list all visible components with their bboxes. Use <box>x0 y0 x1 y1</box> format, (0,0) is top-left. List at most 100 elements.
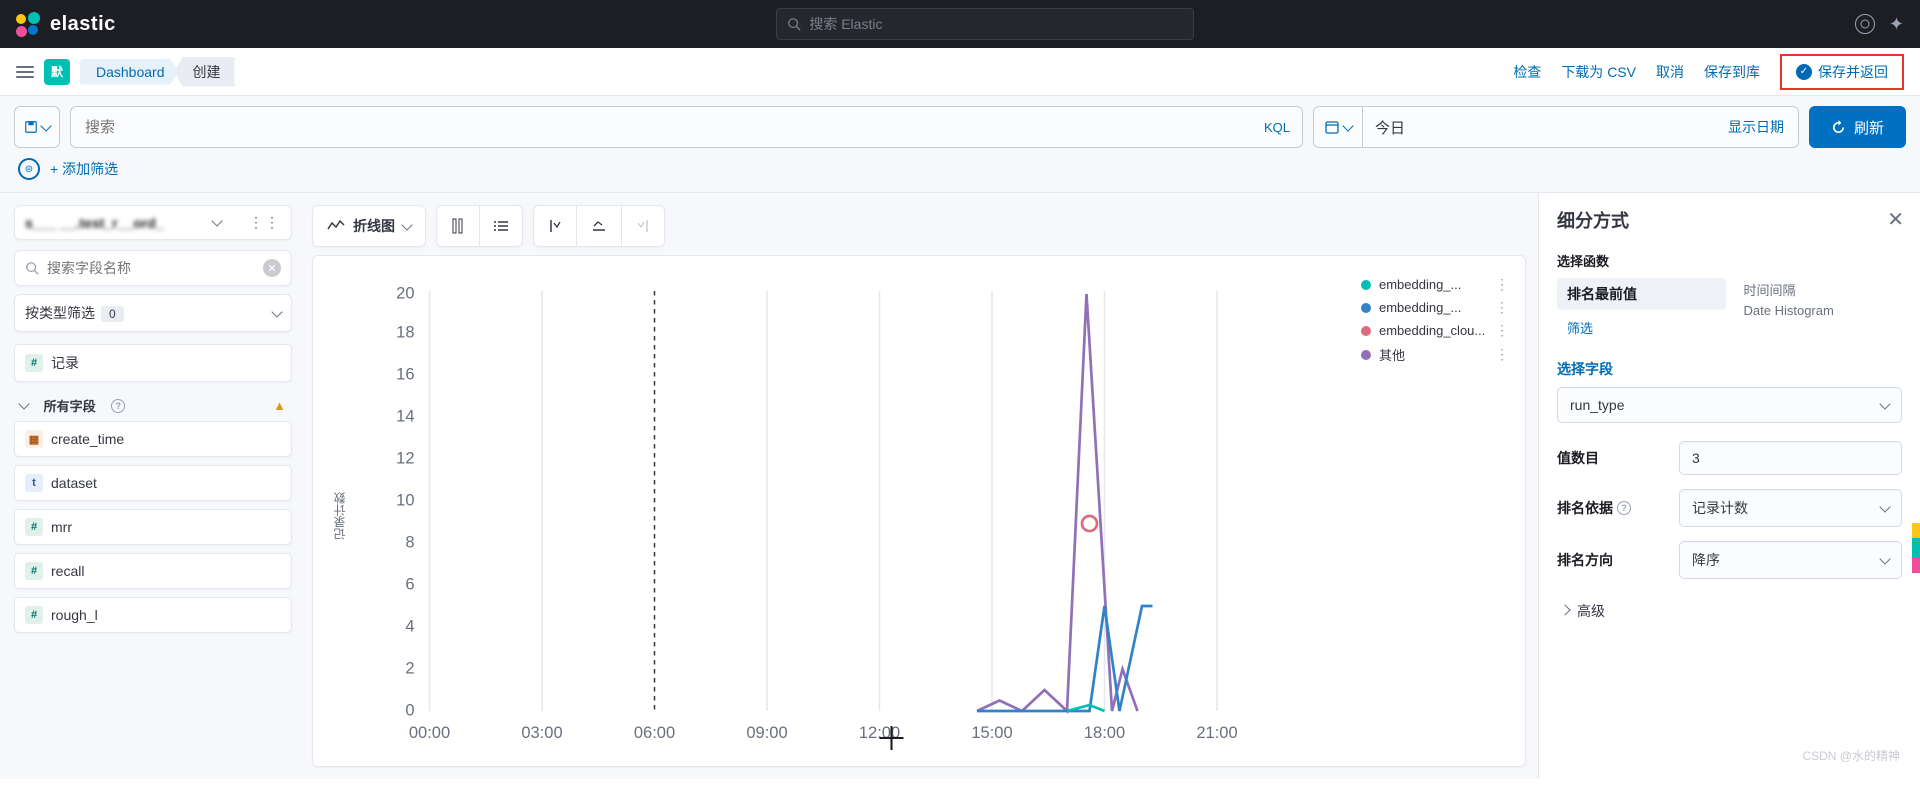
palette-button[interactable] <box>437 208 479 244</box>
advanced-label: 高级 <box>1577 601 1605 621</box>
chart-tool-group-1 <box>436 205 523 247</box>
field-records[interactable]: # 记录 <box>14 344 292 382</box>
datasource-name: s___ __.test_r__ord_ <box>25 215 164 231</box>
axis-bottom-button[interactable] <box>577 209 621 243</box>
field-label: create_time <box>51 431 124 447</box>
save-icon <box>24 120 38 134</box>
query-input-wrapper: KQL <box>70 106 1303 148</box>
legend-more-icon[interactable]: ⋮ <box>1495 299 1509 316</box>
svg-text:12:00: 12:00 <box>859 724 900 742</box>
show-dates-button[interactable]: 显示日期 <box>1714 107 1798 147</box>
cancel-button[interactable]: 取消 <box>1656 62 1684 82</box>
query-input[interactable] <box>71 107 1252 147</box>
menu-toggle-icon[interactable] <box>16 66 34 78</box>
field-item[interactable]: # recall <box>14 553 292 589</box>
watermark: CSDN @水的精神 <box>1802 747 1900 764</box>
legend-item[interactable]: 其他⋮ <box>1361 345 1509 364</box>
legend-more-icon[interactable]: ⋮ <box>1495 322 1509 339</box>
query-language-button[interactable]: KQL <box>1252 107 1302 147</box>
save-and-return-button[interactable]: ✓ 保存并返回 <box>1780 54 1904 90</box>
field-label: rough_l <box>51 607 98 623</box>
main-area: s___ __.test_r__ord_ ⋮⋮ ✕ 按类型筛选0 # 记录 所有… <box>0 193 1920 779</box>
svg-text:21:00: 21:00 <box>1196 724 1237 742</box>
rank-direction-label: 排名方向 <box>1557 550 1667 570</box>
type-filter-button[interactable]: 按类型筛选0 <box>14 294 292 332</box>
legend-more-icon[interactable]: ⋮ <box>1495 346 1509 363</box>
info-icon[interactable]: ? <box>1617 501 1631 515</box>
legend-dot-icon <box>1361 326 1371 336</box>
add-filter-button[interactable]: + 添加筛选 <box>50 159 118 179</box>
svg-text:10: 10 <box>396 492 414 510</box>
field-item[interactable]: tdataset <box>14 465 292 501</box>
help-icon[interactable] <box>1855 14 1875 34</box>
svg-text:0: 0 <box>405 702 414 720</box>
breakdown-config-panel: 细分方式 ✕ 选择函数 排名最前值 筛选 时间间隔 Date Histogram… <box>1538 193 1920 779</box>
saved-query-button[interactable] <box>14 106 60 148</box>
logo-area[interactable]: elastic <box>16 12 116 36</box>
field-item[interactable]: ▦create_time <box>14 421 292 457</box>
field-select[interactable]: run_type <box>1557 387 1902 423</box>
svg-text:09:00: 09:00 <box>746 724 787 742</box>
line-chart-svg: 024 6810 121416 1820 00:0003:0006:00 09:… <box>350 276 1349 756</box>
field-search-text[interactable] <box>47 260 255 276</box>
legend-item[interactable]: embedding_clou...⋮ <box>1361 322 1509 339</box>
field-item[interactable]: #mrr <box>14 509 292 545</box>
inspect-button[interactable]: 检查 <box>1513 62 1541 82</box>
date-range-text[interactable]: 今日 <box>1363 107 1714 147</box>
select-field-label: 选择字段 <box>1557 359 1902 379</box>
svg-text:03:00: 03:00 <box>521 724 562 742</box>
value-count-input[interactable]: 3 <box>1679 441 1902 475</box>
option-interval[interactable]: 时间间隔 <box>1734 278 1903 301</box>
query-bar: KQL 今日 显示日期 刷新 ⊜ + 添加筛选 <box>0 96 1920 193</box>
download-csv-button[interactable]: 下载为 CSV <box>1561 62 1636 82</box>
close-icon[interactable]: ✕ <box>1887 207 1904 232</box>
svg-text:14: 14 <box>396 408 414 426</box>
svg-text:8: 8 <box>405 534 414 552</box>
filter-options-icon[interactable]: ⊜ <box>18 158 40 180</box>
space-badge[interactable]: 默 <box>44 59 70 85</box>
more-icon[interactable]: ⋮⋮ <box>249 214 281 231</box>
option-date-histogram[interactable]: Date Histogram <box>1734 301 1903 320</box>
scrollbar-marker <box>1912 523 1920 573</box>
calendar-icon <box>1324 119 1340 135</box>
datasource-picker[interactable]: s___ __.test_r__ord_ ⋮⋮ <box>14 205 292 240</box>
elastic-cluster-icon <box>16 12 40 36</box>
svg-text:16: 16 <box>396 366 414 384</box>
axis-left-button[interactable] <box>534 208 576 244</box>
chart-body[interactable]: 024 6810 121416 1820 00:0003:0006:00 09:… <box>350 276 1349 756</box>
save-to-library-button[interactable]: 保存到库 <box>1704 62 1760 82</box>
rank-by-select[interactable]: 记录计数 <box>1679 489 1902 527</box>
field-label: recall <box>51 563 84 579</box>
rank-direction-select[interactable]: 降序 <box>1679 541 1902 579</box>
chart-type-picker[interactable]: 折线图 <box>312 205 426 247</box>
all-fields-section[interactable]: 所有字段 ? ▲ <box>14 390 292 421</box>
refresh-button[interactable]: 刷新 <box>1809 106 1906 148</box>
advanced-toggle[interactable]: 高级 <box>1557 593 1902 629</box>
breadcrumb-dashboard[interactable]: Dashboard <box>80 59 179 85</box>
global-header: elastic 搜索 Elastic ✦ <box>0 0 1920 48</box>
field-item[interactable]: # rough_l <box>14 597 292 633</box>
option-top-values[interactable]: 排名最前值 <box>1557 278 1726 310</box>
line-chart-icon <box>327 219 345 233</box>
number-token-icon: # <box>25 606 43 624</box>
number-token-icon: # <box>25 562 43 580</box>
field-search-input[interactable]: ✕ <box>14 250 292 286</box>
legend-label: embedding_... <box>1379 277 1461 292</box>
svg-text:4: 4 <box>405 618 414 636</box>
list-button[interactable] <box>480 209 522 243</box>
global-search-input[interactable]: 搜索 Elastic <box>776 8 1194 40</box>
legend-more-icon[interactable]: ⋮ <box>1495 276 1509 293</box>
clear-icon[interactable]: ✕ <box>263 259 281 277</box>
panel-title: 细分方式 <box>1557 207 1902 233</box>
option-filter[interactable]: 筛选 <box>1557 314 1726 341</box>
rank-by-label: 排名依据 <box>1557 498 1613 518</box>
legend-dot-icon <box>1361 303 1371 313</box>
legend-item[interactable]: embedding_... ⋮ <box>1361 276 1509 293</box>
brand-text: elastic <box>50 13 116 36</box>
chart-tool-group-2 <box>533 205 665 247</box>
legend-item[interactable]: embedding_...⋮ <box>1361 299 1509 316</box>
date-quick-button[interactable] <box>1314 107 1363 147</box>
newsfeed-icon[interactable]: ✦ <box>1889 14 1904 35</box>
value-count-label: 值数目 <box>1557 448 1667 468</box>
date-picker: 今日 显示日期 <box>1313 106 1799 148</box>
